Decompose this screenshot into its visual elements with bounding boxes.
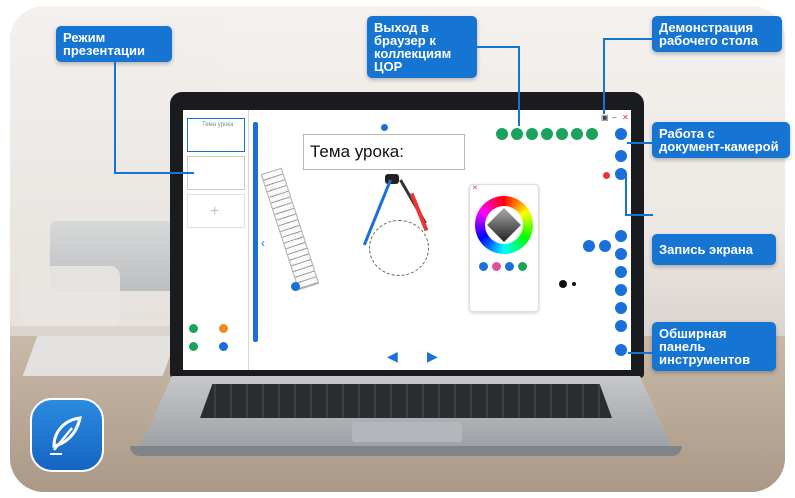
laptop-base-edge [130,446,682,456]
desktop-demo-icon[interactable]: ▣ [601,113,609,122]
tool-button[interactable] [556,128,568,140]
thumb-caption: Тема урока [202,122,234,128]
browser-button[interactable] [586,128,598,140]
color-swatch[interactable] [492,262,501,271]
connector-line [625,174,627,216]
add-slide-button[interactable]: + [187,194,245,228]
color-swatch[interactable] [505,262,514,271]
toolbar-main-button[interactable] [615,344,627,356]
more-button[interactable] [615,128,627,140]
connector-line [628,352,654,354]
tool-button[interactable] [583,240,595,252]
callout-toolbar: Обширная панель инструментов [652,322,776,371]
plus-icon: + [210,203,220,220]
tool-button[interactable] [541,128,553,140]
undo-arrow-icon[interactable]: ◀ [387,348,398,365]
minimize-icon[interactable]: – [612,113,616,122]
toolbar-button[interactable] [615,266,627,278]
connector-line [114,172,194,174]
color-swatch[interactable] [518,262,527,271]
brush-size-option[interactable] [559,280,567,288]
rotate-handle[interactable] [381,124,388,131]
callout-document-camera: Работа с документ-камерой [652,122,790,158]
record-icon[interactable] [603,172,610,179]
paper-on-desk [22,336,178,376]
panel-button[interactable] [189,342,198,351]
ruler-handle[interactable] [291,282,300,291]
tool-button[interactable] [599,240,611,252]
leaf-icon [30,398,104,472]
close-icon[interactable]: ✕ [472,184,478,192]
tool-button[interactable] [571,128,583,140]
callout-browser-exit: Выход в браузер к коллекциям ЦОР [367,16,477,78]
connector-line [627,142,653,144]
close-icon[interactable]: ✕ [622,113,629,122]
laptop-screen: Тема урока + ‹ Тема урока: ✕ ▣ – ✕ ◀ ▶ [183,110,631,370]
slide-thumbnail[interactable]: Тема урока [187,118,245,152]
connector-line [518,46,520,126]
lesson-title-box[interactable]: Тема урока: [303,134,465,170]
tool-button[interactable] [526,128,538,140]
callout-desktop-demo: Демонстрация рабочего стола [652,16,782,52]
toolbar-button[interactable] [615,284,627,296]
connector-line [603,38,605,114]
slides-panel: Тема урока + [183,110,249,370]
tool-button[interactable] [496,128,508,140]
panel-button[interactable] [219,342,228,351]
scrollbar[interactable] [253,122,258,342]
color-swatch[interactable] [479,262,488,271]
toolbar-button[interactable] [615,302,627,314]
drawn-circle [369,220,429,276]
panel-button[interactable] [219,324,228,333]
redo-arrow-icon[interactable]: ▶ [427,348,438,365]
document-camera-button[interactable] [615,150,627,162]
connector-line [604,38,654,40]
connector-line [625,214,653,216]
lesson-title: Тема урока: [310,142,404,161]
tool-button[interactable] [511,128,523,140]
laptop-keyboard [200,384,612,418]
callout-screen-recording: Запись экрана [652,234,776,265]
toolbar-button[interactable] [615,230,627,242]
collapse-panel-icon[interactable]: ‹ [261,236,265,250]
callout-presentation-mode: Режим презентации [56,26,172,62]
brush-size-option[interactable] [572,282,576,286]
background-object [20,266,120,326]
laptop-touchpad [352,422,462,442]
panel-button[interactable] [189,324,198,333]
ruler-icon[interactable] [260,167,320,291]
slide-thumbnail[interactable] [187,156,245,190]
connector-line [114,62,116,174]
toolbar-button[interactable] [615,320,627,332]
toolbar-button[interactable] [615,248,627,260]
connector-line [475,46,519,48]
